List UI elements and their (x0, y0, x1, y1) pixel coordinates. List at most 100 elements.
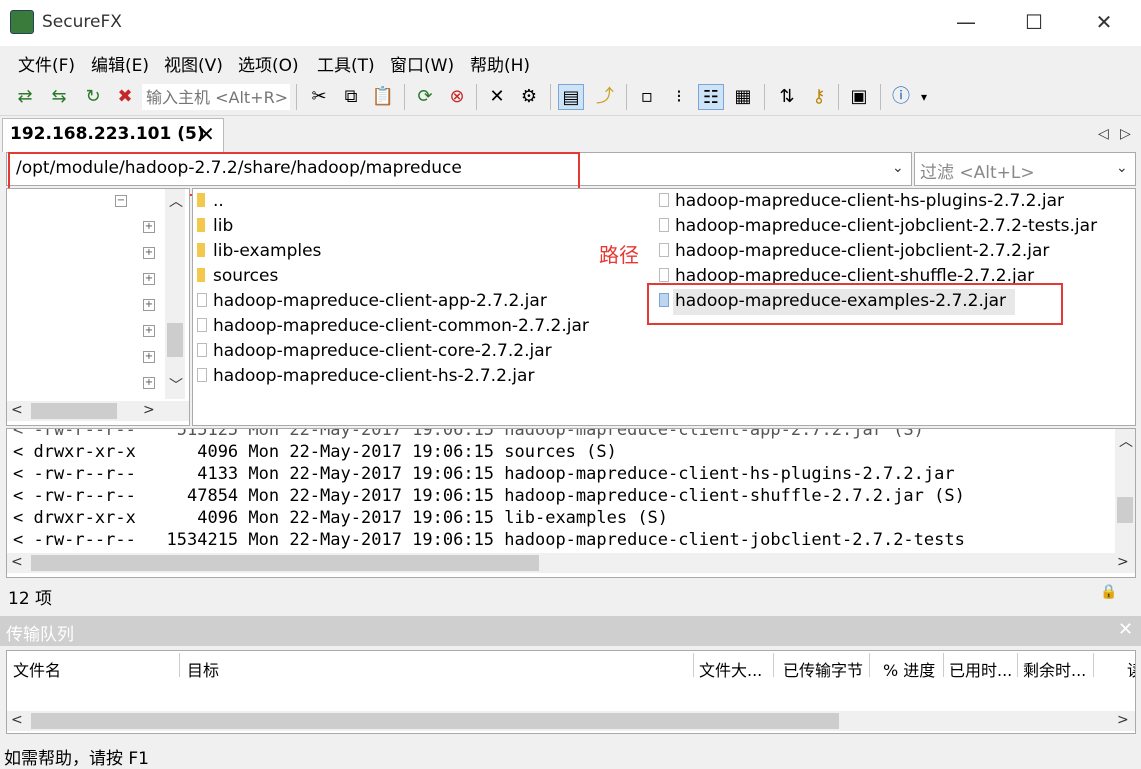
tree-expand-icon[interactable]: + (143, 299, 155, 311)
log-horizontal-scrollbar[interactable]: < > (7, 553, 1135, 573)
column-header-progress[interactable]: % 进度 (883, 657, 935, 681)
tree-vertical-scrollbar[interactable]: ︿ ﹀ (165, 189, 185, 399)
tree-view-icon[interactable]: ▤ (558, 84, 584, 110)
log-line: < -rw-r--r-- 515125 Mon 22-May-2017 19:0… (13, 428, 924, 440)
quick-connect-icon[interactable]: ⇆ (46, 84, 72, 110)
list-item[interactable]: .. (213, 191, 224, 211)
column-header-remaining[interactable]: 剩余时... (1023, 657, 1086, 681)
tree-expand-icon[interactable]: + (143, 273, 155, 285)
up-folder-icon[interactable]: ⤴ (592, 84, 618, 110)
menu-options[interactable]: 选项(O) (238, 51, 299, 76)
pane-status-row: 12 项 🔒 (6, 582, 1136, 610)
tree-expand-icon[interactable]: + (143, 377, 155, 389)
maximize-button[interactable]: ☐ (1018, 10, 1050, 34)
scroll-thumb[interactable] (31, 713, 839, 729)
tree-expand-icon[interactable]: + (143, 247, 155, 259)
key-icon[interactable]: ⚷ (806, 84, 832, 110)
tab-scroll-left-icon[interactable]: ◁ (1098, 126, 1109, 142)
sync-icon[interactable]: ⇅ (774, 84, 800, 110)
scroll-right-icon[interactable]: > (1117, 554, 1129, 570)
folder-tree-pane[interactable]: − + + + + + + + ︿ ﹀ < > (6, 188, 190, 426)
scroll-right-icon[interactable]: > (1117, 712, 1129, 728)
small-icons-icon[interactable]: ⁝ (666, 84, 692, 110)
list-item[interactable]: hadoop-mapreduce-client-jobclient-2.7.2-… (675, 216, 1097, 236)
reconnect-icon[interactable]: ↻ (80, 84, 106, 110)
tree-expand-icon[interactable]: + (143, 351, 155, 363)
properties-icon[interactable]: ⚙ (516, 84, 542, 110)
column-header-bytes-transferred[interactable]: 已传输字节 (783, 657, 863, 681)
column-header-filename[interactable]: 文件名 (13, 657, 61, 681)
menu-view[interactable]: 视图(V) (164, 51, 223, 76)
transfer-queue-pane[interactable]: 文件名 目标 文件大... 已传输字节 % 进度 已用时... 剩余时... 读… (6, 650, 1136, 734)
log-pane[interactable]: < -rw-r--r-- 515125 Mon 22-May-2017 19:0… (6, 428, 1136, 578)
details-view-icon[interactable]: ▦ (730, 84, 756, 110)
file-icon (659, 193, 669, 207)
scroll-thumb[interactable] (1117, 497, 1133, 523)
menu-window[interactable]: 窗口(W) (390, 51, 454, 76)
tree-expand-icon[interactable]: + (143, 221, 155, 233)
file-list-pane[interactable]: .. lib lib-examples sources hadoop-mapre… (192, 188, 1136, 426)
column-header-size[interactable]: 文件大... (699, 657, 762, 681)
list-view-icon[interactable]: ☷ (698, 84, 724, 110)
scroll-left-icon[interactable]: < (11, 554, 23, 570)
scroll-thumb[interactable] (31, 555, 539, 571)
toolbar-separator (550, 84, 551, 110)
menu-edit[interactable]: 编辑(E) (91, 51, 149, 76)
queue-close-button[interactable]: ✕ (1118, 619, 1133, 640)
queue-horizontal-scrollbar[interactable]: < > (7, 711, 1135, 731)
help-icon[interactable]: ⓘ (888, 84, 914, 110)
toolbar-separator (626, 84, 627, 110)
menu-file[interactable]: 文件(F) (18, 51, 75, 76)
cut-icon[interactable]: ✂ (306, 84, 332, 110)
list-item[interactable]: lib-examples (213, 241, 321, 261)
log-vertical-scrollbar[interactable]: ︿ (1115, 429, 1135, 557)
menu-help[interactable]: 帮助(H) (470, 51, 530, 76)
host-input[interactable] (142, 84, 290, 110)
menu-tools[interactable]: 工具(T) (317, 51, 375, 76)
transfer-queue-icon[interactable]: ▣ (846, 84, 872, 110)
scroll-up-icon[interactable]: ︿ (1119, 431, 1133, 451)
minimize-button[interactable]: — (950, 10, 982, 34)
tree-collapse-icon[interactable]: − (115, 195, 127, 207)
scroll-left-icon[interactable]: < (11, 712, 23, 728)
list-item[interactable]: hadoop-mapreduce-client-common-2.7.2.jar (213, 316, 589, 336)
column-header-speed[interactable]: 读 (1127, 657, 1135, 681)
tree-expand-icon[interactable]: + (143, 325, 155, 337)
stop-icon[interactable]: ⊗ (444, 84, 470, 110)
filter-dropdown-icon[interactable]: ⌄ (1116, 160, 1128, 176)
paste-icon[interactable]: 📋 (370, 84, 396, 110)
tab-scroll-right-icon[interactable]: ▷ (1120, 126, 1131, 142)
annotation-path-label: 路径 (599, 243, 639, 267)
list-item[interactable]: sources (213, 266, 278, 286)
list-item[interactable]: hadoop-mapreduce-client-hs-plugins-2.7.2… (675, 191, 1064, 211)
scroll-right-icon[interactable]: > (143, 402, 155, 418)
scroll-thumb[interactable] (167, 323, 183, 357)
toolbar-overflow-icon[interactable]: ▾ (918, 84, 930, 110)
path-dropdown-icon[interactable]: ⌄ (892, 160, 904, 176)
large-icons-icon[interactable]: ▫ (634, 84, 660, 110)
item-count: 12 项 (8, 589, 53, 609)
column-header-elapsed[interactable]: 已用时... (949, 657, 1012, 681)
tab-close-button[interactable]: ✕ (198, 122, 215, 146)
filter-placeholder[interactable]: 过滤 <Alt+L> (920, 158, 1035, 183)
log-line: < -rw-r--r-- 1534215 Mon 22-May-2017 19:… (13, 530, 965, 550)
scroll-thumb[interactable] (31, 403, 117, 419)
list-item[interactable]: hadoop-mapreduce-client-jobclient-2.7.2.… (675, 241, 1049, 261)
tree-horizontal-scrollbar[interactable]: < > (7, 401, 189, 421)
list-item[interactable]: hadoop-mapreduce-client-app-2.7.2.jar (213, 291, 547, 311)
list-item[interactable]: hadoop-mapreduce-client-hs-2.7.2.jar (213, 366, 534, 386)
scroll-up-icon[interactable]: ︿ (169, 191, 183, 211)
connect-icon[interactable]: ⇄ (12, 84, 38, 110)
window-title: SecureFX (42, 12, 122, 32)
column-header-target[interactable]: 目标 (187, 657, 219, 681)
file-icon (197, 343, 207, 357)
refresh-icon[interactable]: ⟳ (412, 84, 438, 110)
close-window-button[interactable]: ✕ (1088, 10, 1120, 34)
copy-icon[interactable]: ⧉ (338, 84, 364, 110)
list-item[interactable]: lib (213, 216, 233, 236)
scroll-down-icon[interactable]: ﹀ (169, 375, 183, 395)
disconnect-icon[interactable]: ✖ (112, 84, 138, 110)
delete-icon[interactable]: ✕ (484, 84, 510, 110)
list-item[interactable]: hadoop-mapreduce-client-core-2.7.2.jar (213, 341, 552, 361)
scroll-left-icon[interactable]: < (11, 402, 23, 418)
